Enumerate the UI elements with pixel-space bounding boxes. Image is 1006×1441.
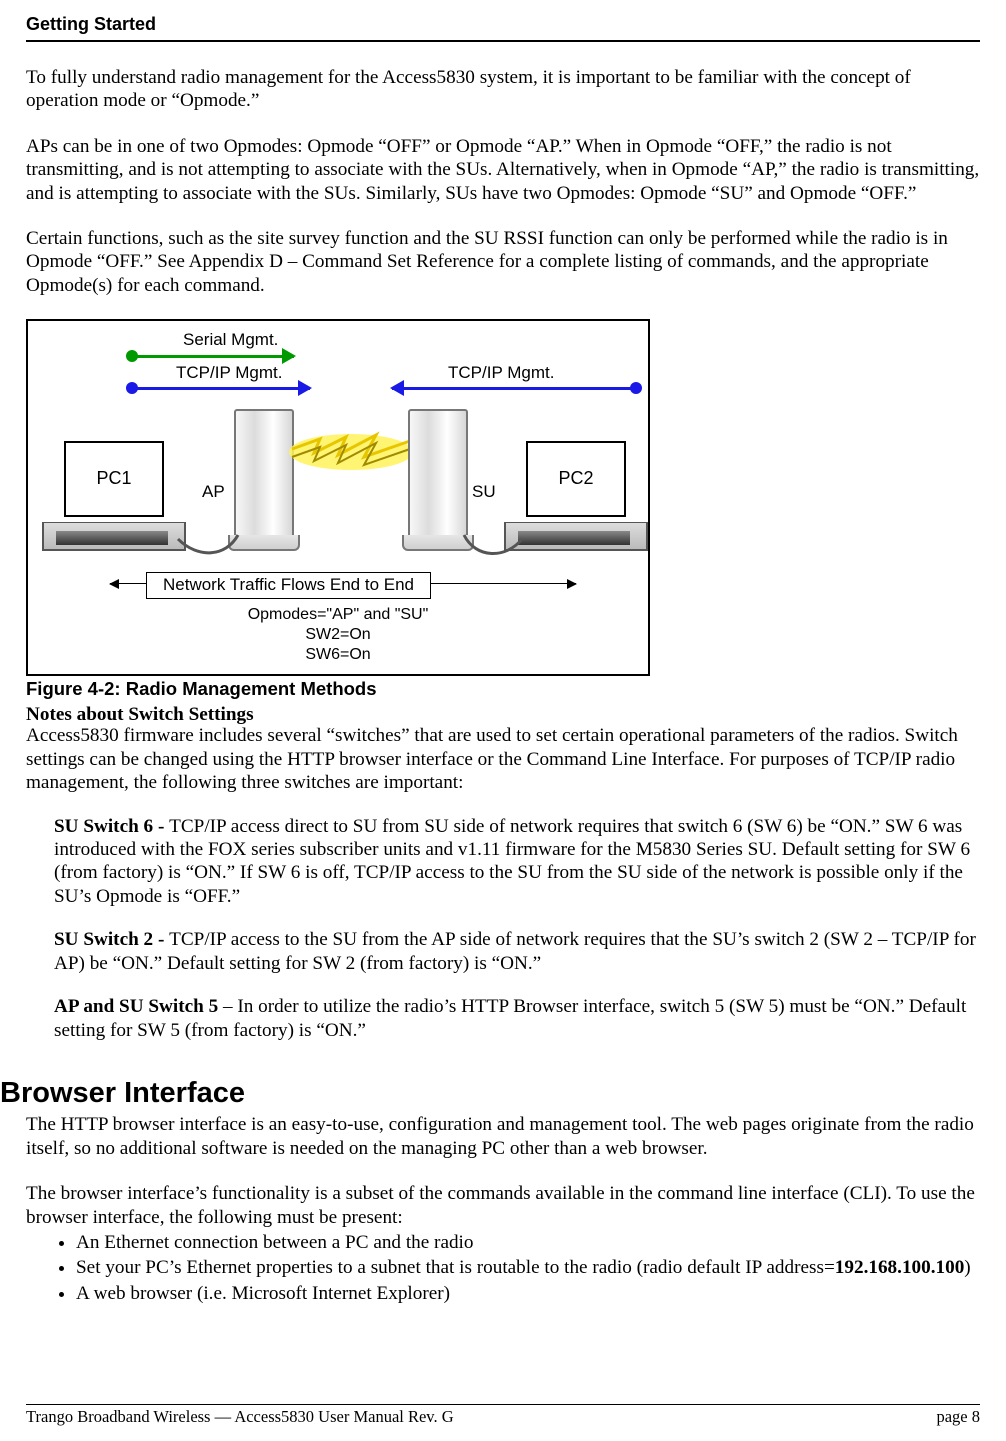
requirements-list: An Ethernet connection between a PC and … [76,1231,980,1307]
pc2-label: PC2 [528,443,624,515]
browser-para-1: The HTTP browser interface is an easy-to… [26,1113,980,1160]
su-switch-2-block: SU Switch 2 - TCP/IP access to the SU fr… [54,928,980,975]
traffic-label: Network Traffic Flows End to End [146,572,431,599]
sw2-label: SW2=On [28,625,648,645]
requirement-item: A web browser (i.e. Microsoft Internet E… [76,1282,980,1307]
sw6-text: TCP/IP access direct to SU from SU side … [54,816,970,907]
radio-management-diagram: Serial Mgmt. TCP/IP Mgmt. TCP/IP Mgmt. P… [26,319,650,676]
sw2-text: TCP/IP access to the SU from the AP side… [54,929,976,973]
footer-left: Trango Broadband Wireless — Access5830 U… [26,1407,454,1427]
opmodes-label: Opmodes="AP" and "SU" [28,605,648,625]
pc1-label: PC1 [66,443,162,515]
sw6-label: SW6=On [28,645,648,665]
page: Getting Started To fully understand radi… [0,0,1006,1441]
tcpip-left-arrow [132,387,310,390]
running-header: Getting Started [26,14,980,38]
sw5-lead: AP and SU Switch 5 [54,996,218,1017]
ap-su-switch-5-block: AP and SU Switch 5 – In order to utilize… [54,995,980,1042]
header-rule [26,40,980,42]
tcpip-right-label: TCP/IP Mgmt. [448,363,554,384]
pc2-device: PC2 [504,441,644,551]
serial-mgmt-label: Serial Mgmt. [183,330,278,351]
footer-right: page 8 [936,1407,980,1427]
browser-para-2: The browser interface’s functionality is… [26,1182,980,1229]
intro-para-2: APs can be in one of two Opmodes: Opmode… [26,135,980,205]
intro-para-1: To fully understand radio management for… [26,66,980,113]
page-footer: Trango Broadband Wireless — Access5830 U… [26,1404,980,1427]
ap-radio [234,409,294,543]
req2-ip: 192.168.100.100 [835,1257,965,1278]
sw6-lead: SU Switch 6 - [54,816,169,837]
ap-label: AP [202,482,225,503]
serial-mgmt-arrow [132,355,294,358]
notes-intro: Access5830 firmware includes several “sw… [26,724,980,794]
pc1-device: PC1 [42,441,182,551]
rf-link-icon [286,427,416,477]
tcpip-left-label: TCP/IP Mgmt. [176,363,282,384]
sw2-lead: SU Switch 2 - [54,929,169,950]
tcpip-right-arrow [392,387,636,390]
su-switch-6-block: SU Switch 6 - TCP/IP access direct to SU… [54,815,980,909]
notes-heading: Notes about Switch Settings [26,703,980,726]
req2-pre: Set your PC’s Ethernet properties to a s… [76,1257,835,1278]
intro-para-3: Certain functions, such as the site surv… [26,227,980,297]
su-label: SU [472,482,496,503]
browser-interface-heading: Browser Interface [0,1076,980,1111]
su-radio [408,409,468,543]
figure-caption: Figure 4-2: Radio Management Methods [26,678,980,701]
req2-post: ) [964,1257,970,1278]
requirement-item: An Ethernet connection between a PC and … [76,1231,980,1256]
requirement-item: Set your PC’s Ethernet properties to a s… [76,1256,980,1281]
